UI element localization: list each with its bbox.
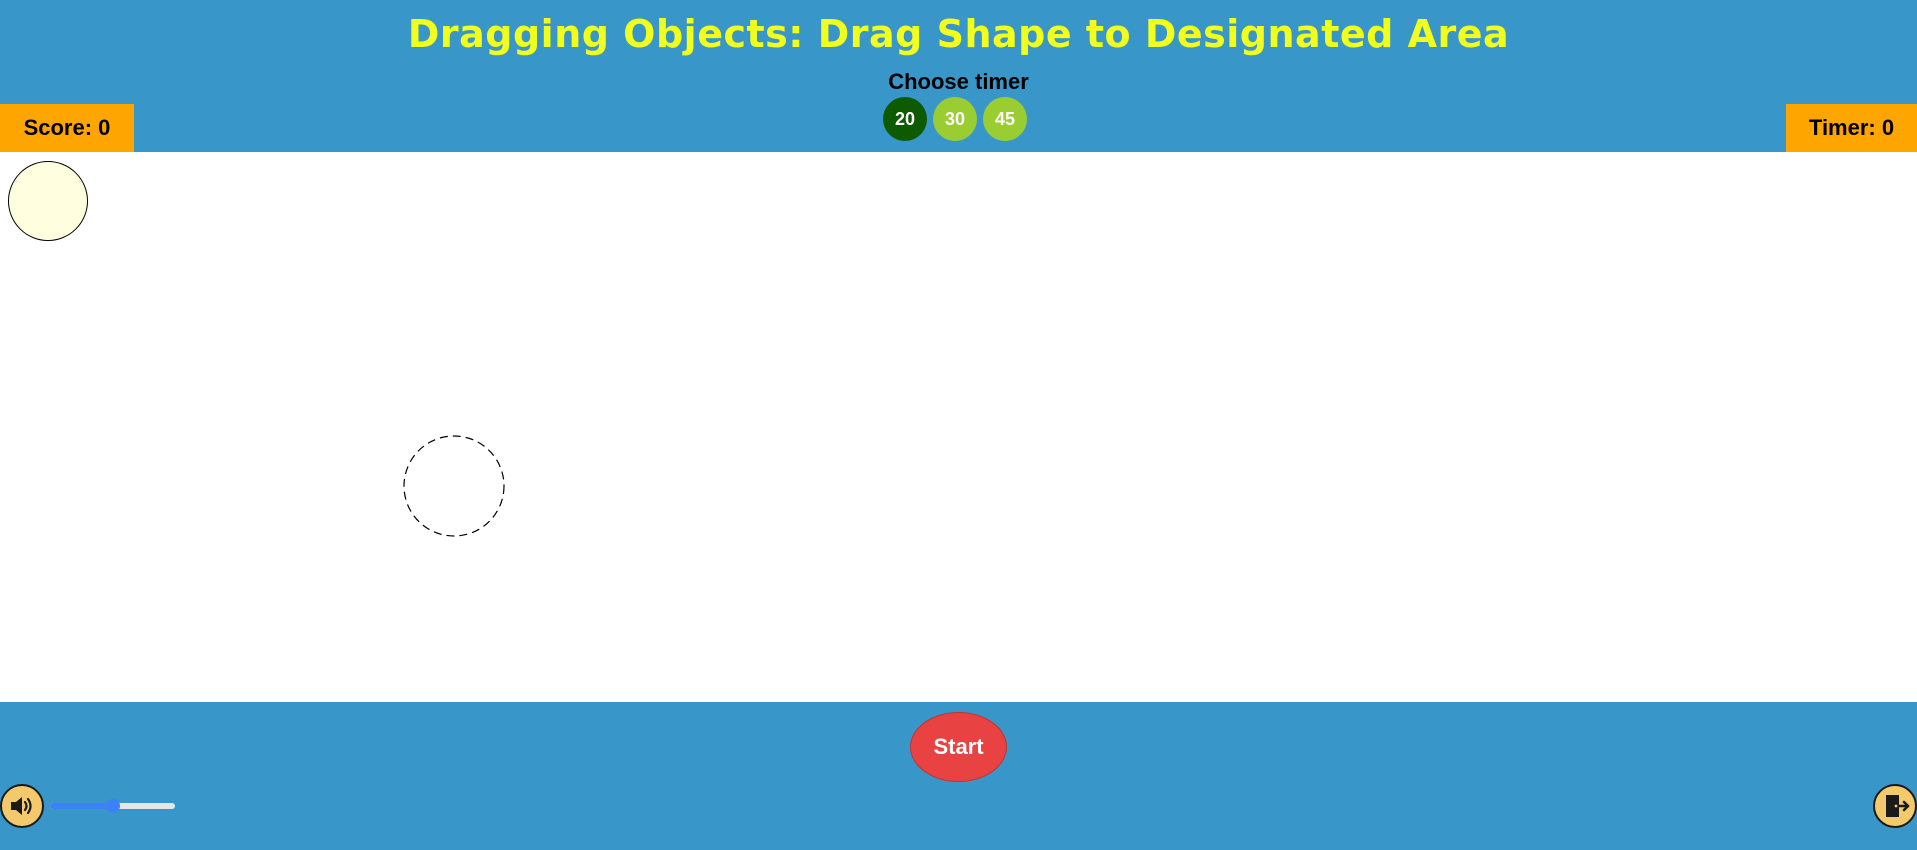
drop-target-area — [403, 435, 505, 537]
exit-door-icon — [1886, 795, 1910, 817]
start-button[interactable]: Start — [910, 712, 1007, 782]
play-area — [0, 152, 1917, 702]
sound-button[interactable] — [0, 784, 44, 828]
timer-option-30[interactable]: 30 — [933, 97, 977, 141]
choose-timer-label: Choose timer — [888, 69, 1029, 94]
speaker-icon — [11, 797, 32, 815]
draggable-circle-shape[interactable] — [8, 161, 88, 241]
timer-option-45[interactable]: 45 — [983, 97, 1027, 141]
exit-button[interactable] — [1873, 784, 1917, 828]
timer-options: 20 30 45 — [883, 97, 1027, 141]
volume-slider[interactable] — [50, 799, 175, 813]
timer-option-20[interactable]: 20 — [883, 97, 927, 141]
game-footer: Start — [0, 702, 1917, 850]
page-title: Dragging Objects: Drag Shape to Designat… — [407, 12, 1510, 56]
score-display: Score: 0 — [0, 104, 134, 152]
volume-slider-thumb[interactable] — [105, 799, 120, 813]
game-header: Dragging Objects: Drag Shape to Designat… — [0, 0, 1917, 152]
volume-fill — [50, 803, 113, 809]
timer-display: Timer: 0 — [1786, 104, 1917, 152]
